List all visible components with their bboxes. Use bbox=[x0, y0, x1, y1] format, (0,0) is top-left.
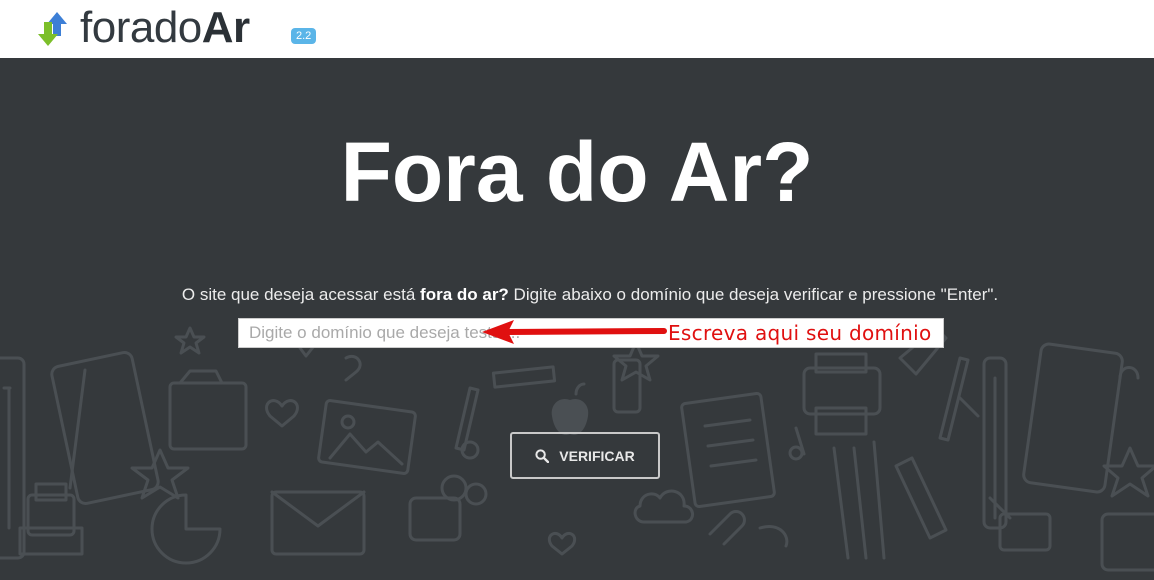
hero-description: O site que deseja acessar está fora do a… bbox=[0, 284, 1154, 306]
search-icon bbox=[535, 448, 550, 463]
site-header: foradoAr 2.2 bbox=[0, 0, 1154, 58]
hero-description-end: Digite abaixo o domínio que deseja verif… bbox=[508, 285, 999, 304]
logo-arrows-icon bbox=[38, 12, 67, 46]
logo-text: foradoAr bbox=[80, 6, 250, 50]
version-badge: 2.2 bbox=[291, 28, 317, 44]
hero-description-bold: fora do ar? bbox=[420, 285, 509, 304]
verify-button[interactable]: VERIFICAR bbox=[510, 432, 660, 479]
hero-title: Fora do Ar? bbox=[340, 125, 814, 219]
hero-section: Fora do Ar? O site que deseja acessar es… bbox=[0, 58, 1154, 580]
hero-description-start: O site que deseja acessar está bbox=[181, 285, 421, 304]
verify-button-label: VERIFICAR bbox=[559, 447, 635, 464]
logo-text-bold: Ar bbox=[201, 3, 250, 52]
logo-text-light: forado bbox=[80, 3, 202, 52]
domain-input[interactable] bbox=[238, 318, 944, 348]
